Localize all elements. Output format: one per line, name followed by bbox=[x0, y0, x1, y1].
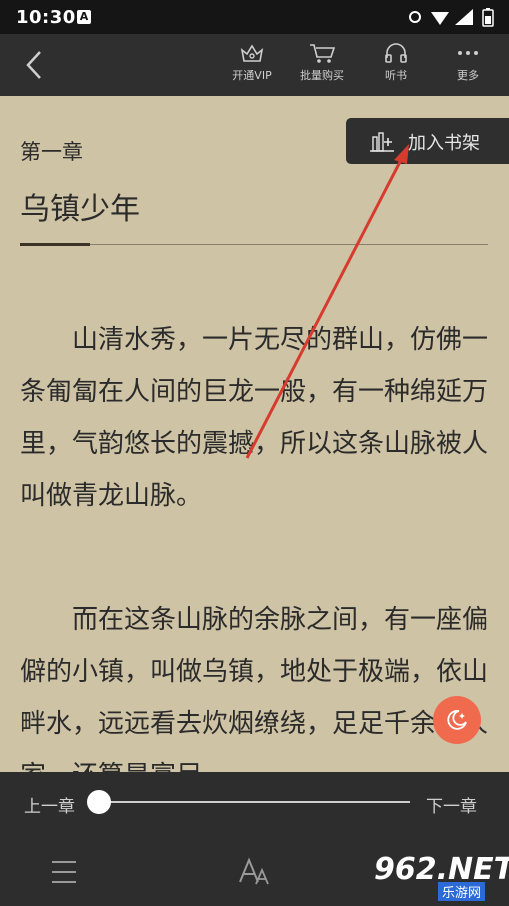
watermark-subtitle: 乐游网 bbox=[438, 882, 486, 901]
reading-page[interactable]: 第一章 乌镇少年 山清水秀，一片无尽的群山，仿佛一条匍匐在人间的巨龙一般，有一种… bbox=[0, 96, 509, 772]
moon-icon bbox=[447, 709, 467, 730]
bookshelf-add-icon bbox=[370, 132, 394, 152]
next-chapter-button[interactable]: 下一章 bbox=[426, 792, 477, 817]
prev-chapter-button[interactable]: 上一章 bbox=[24, 792, 75, 817]
notification-icon: A bbox=[77, 10, 91, 24]
font-size-icon[interactable] bbox=[234, 856, 274, 888]
chapter-progress-slider[interactable] bbox=[98, 801, 410, 803]
more-label: 更多 bbox=[457, 69, 479, 82]
battery-icon bbox=[482, 8, 494, 27]
settings-dot-icon bbox=[409, 11, 421, 23]
slider-handle[interactable] bbox=[87, 790, 111, 814]
bulk-buy-label: 批量购买 bbox=[300, 69, 344, 82]
paragraph: 山清水秀，一片无尽的群山，仿佛一条匍匐在人间的巨龙一般，有一种绵延万里，气韵悠长… bbox=[20, 325, 489, 511]
open-vip-label: 开通VIP bbox=[232, 69, 272, 82]
listen-book-button[interactable]: 听书 bbox=[364, 42, 428, 92]
title-divider bbox=[20, 244, 488, 245]
menu-icon[interactable] bbox=[44, 856, 84, 888]
chapter-number: 第一章 bbox=[20, 140, 83, 164]
more-dots-icon bbox=[458, 51, 478, 55]
system-status-icons bbox=[409, 8, 494, 27]
paragraph: 而在这条山脉的余脉之间，有一座偏僻的小镇，叫做乌镇，地处于极端，依山畔水，远远看… bbox=[20, 605, 489, 772]
add-to-shelf-button[interactable]: 加入书架 bbox=[346, 118, 509, 164]
headphones-icon bbox=[385, 43, 407, 63]
crown-icon bbox=[240, 44, 264, 62]
night-mode-fab[interactable] bbox=[433, 696, 481, 744]
cart-icon bbox=[310, 44, 336, 63]
status-time: 10:30 bbox=[16, 7, 76, 28]
chapter-title: 乌镇少年 bbox=[20, 192, 140, 227]
title-accent-bar bbox=[20, 243, 90, 246]
more-button[interactable]: 更多 bbox=[436, 42, 500, 92]
listen-book-label: 听书 bbox=[385, 69, 407, 82]
wifi-icon bbox=[431, 12, 449, 25]
site-watermark: 962.NET 乐游网 bbox=[368, 852, 509, 902]
status-bar: 10:30 A bbox=[0, 0, 509, 34]
back-button[interactable] bbox=[20, 48, 50, 82]
add-to-shelf-label: 加入书架 bbox=[408, 133, 480, 154]
reader-top-bar: 开通VIP 批量购买 听书 更多 bbox=[0, 34, 509, 96]
bulk-buy-button[interactable]: 批量购买 bbox=[290, 42, 354, 92]
open-vip-button[interactable]: 开通VIP bbox=[220, 42, 284, 92]
cell-signal-icon bbox=[455, 9, 473, 25]
